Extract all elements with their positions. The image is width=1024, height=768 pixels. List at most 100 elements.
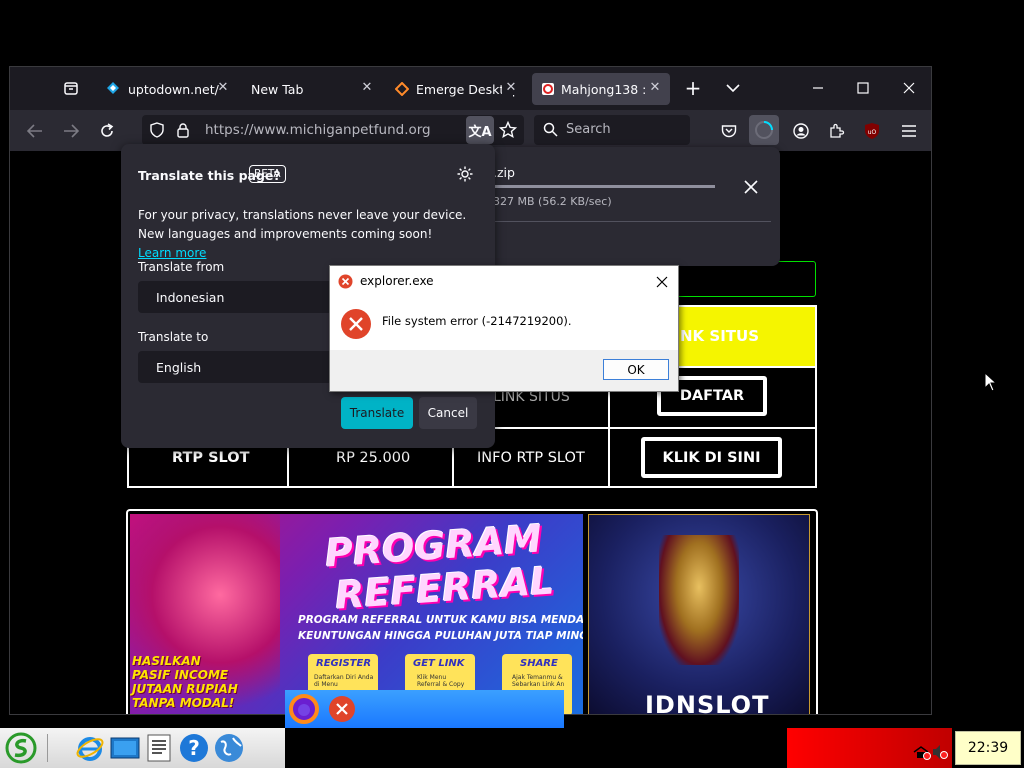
rp-label[interactable]: RP 25.000 [336,450,410,466]
dialog-titlebar: explorer.exe [330,266,678,296]
search-icon [543,122,558,141]
lock-icon[interactable] [176,122,190,142]
downloads-panel: .zip 327 MB (56.2 KB/sec) [480,147,780,266]
translate-from-value: Indonesian [156,289,225,305]
taskbar-launcher-area: ? [0,728,285,768]
tab-overview-icon[interactable] [60,77,82,99]
tab-new-tab[interactable]: New Tab ✕ [242,73,382,105]
idnslot-logo-text: IDNSLOT [645,691,770,715]
pocket-icon[interactable] [718,120,740,142]
minimize-icon[interactable] [806,77,830,99]
uptodown-favicon-icon [106,81,120,98]
step-register-label: REGISTER [316,658,372,669]
close-tab-icon[interactable]: ✕ [214,80,232,95]
banner-left-text: HASILKAN PASIF INCOME JUTAAN RUPIAH TANP… [132,654,238,710]
tab-mahjong138[interactable]: Mahjong138 : Li ✕ [532,73,670,105]
new-tab-plus-icon[interactable]: + [682,76,704,100]
download-progress-fill [493,185,715,188]
url-text[interactable]: https://www.michiganpetfund.org [205,122,431,138]
shield-icon[interactable] [150,122,164,142]
dialog-ok-button[interactable]: OK [603,359,669,380]
tab-label: uptodown.net/ [128,81,219,97]
dialog-message: File system error (-2147219200). [382,314,572,328]
dialog-body: File system error (-2147219200). [330,296,678,350]
internet-explorer-icon[interactable] [75,733,105,767]
firefox-preview-icon[interactable] [289,694,319,728]
banner-subtitle-2: KEUNTUNGAN HINGGA PULUHAN JUTA TIAP MING… [298,630,583,642]
back-arrow-icon[interactable] [24,120,46,142]
globe-network-icon[interactable] [213,732,245,768]
close-window-icon[interactable] [897,77,921,99]
banner-subtitle-1: PROGRAM REFERRAL UNTUK KAMU BISA MENDAPA… [298,614,583,626]
error-dialog: explorer.exe File system error (-2147219… [329,265,679,392]
network-disconnected-icon[interactable] [913,744,931,764]
tab-bar: uptodown.net/ ✕ New Tab ✕ Emerge Desktop… [10,67,931,110]
help-question-icon[interactable]: ? [178,732,210,768]
search-box[interactable]: Search [534,115,690,145]
translate-icon[interactable]: 文A [466,116,494,144]
translate-settings-gear-icon[interactable] [456,165,474,187]
error-preview-icon[interactable] [328,695,356,727]
download-progress-text: 327 MB (56.2 KB/sec) [493,195,612,208]
taskbar-clock[interactable]: 22:39 [955,731,1021,765]
mouse-cursor-icon [984,371,998,396]
cancel-download-icon[interactable] [744,179,758,198]
rtp-slot-label[interactable]: RTP SLOT [172,450,249,466]
taskbar: ? 22:39 [0,728,1024,768]
step-share-sub: Ajak Temanmu & Sebarkan Link An [512,674,565,688]
account-icon[interactable] [790,120,812,142]
document-viewer-icon[interactable] [146,734,172,766]
browser-window: uptodown.net/ ✕ New Tab ✕ Emerge Desktop… [9,66,932,715]
step-getlink-sub: Klik Menu Referral & Copy [417,674,465,688]
close-tab-icon[interactable]: ✕ [502,80,520,95]
search-placeholder: Search [566,122,611,137]
translate-description-text: For your privacy, translations never lea… [138,208,467,241]
bookmark-star-icon[interactable] [498,120,518,143]
dialog-close-icon[interactable] [656,273,668,292]
tab-emerge-desktop[interactable]: Emerge Desktop ✕ [386,73,526,105]
translate-to-value: English [156,359,202,375]
start-menu-logo-icon[interactable] [4,732,38,768]
system-tray [787,728,952,768]
reload-icon[interactable] [96,120,118,142]
svg-text:uO: uO [868,129,877,136]
svg-text:?: ? [188,736,200,760]
tab-uptodown[interactable]: uptodown.net/ ✕ [98,73,238,105]
forward-arrow-icon[interactable] [60,120,82,142]
translate-button[interactable]: Translate [341,397,413,429]
dialog-error-small-icon [338,274,353,293]
taskbar-separator [47,734,48,762]
translate-to-label: Translate to [138,330,209,344]
volume-muted-icon[interactable] [932,744,948,764]
app-menu-hamburger-icon[interactable] [898,120,920,142]
info-rtp-slot-label[interactable]: INFO RTP SLOT [477,450,585,466]
referral-banner[interactable]: PROGRAM REFERRAL PROGRAM REFERRAL UNTUK … [130,514,583,714]
ublock-icon[interactable]: uO [862,120,882,142]
idnslot-banner[interactable]: IDNSLOT [588,514,810,715]
download-filename[interactable]: .zip [493,165,515,180]
translate-description: For your privacy, translations never lea… [138,206,468,263]
list-tabs-chevron-icon[interactable] [722,77,744,99]
tab-label: New Tab [251,81,304,97]
translate-cancel-button[interactable]: Cancel [419,397,477,429]
taskbar-window-preview[interactable] [285,690,564,728]
translate-from-label: Translate from [138,260,225,274]
close-tab-icon[interactable]: ✕ [646,80,664,95]
learn-more-link[interactable]: Learn more [138,246,206,260]
link-situs-label[interactable]: NK SITUS [680,327,759,345]
panel-divider [493,221,771,222]
step-register-sub: Daftarkan Diri Anda di Menu [314,674,374,688]
show-desktop-icon[interactable] [110,736,140,766]
close-tab-icon[interactable]: ✕ [358,80,376,95]
emerge-favicon-icon [394,81,410,99]
klik-di-sini-button[interactable]: KLIK DI SINI [641,437,782,478]
maximize-icon[interactable] [851,77,875,99]
step-getlink-label: GET LINK [413,658,465,669]
beta-badge: BETA [249,165,286,183]
dialog-error-icon [340,308,372,344]
downloads-progress-icon[interactable] [749,115,779,145]
extensions-puzzle-icon[interactable] [826,120,848,142]
url-bar[interactable]: https://www.michiganpetfund.org 文A [142,115,524,145]
mahjong-favicon-icon [541,82,555,99]
step-share-label: SHARE [520,658,558,669]
